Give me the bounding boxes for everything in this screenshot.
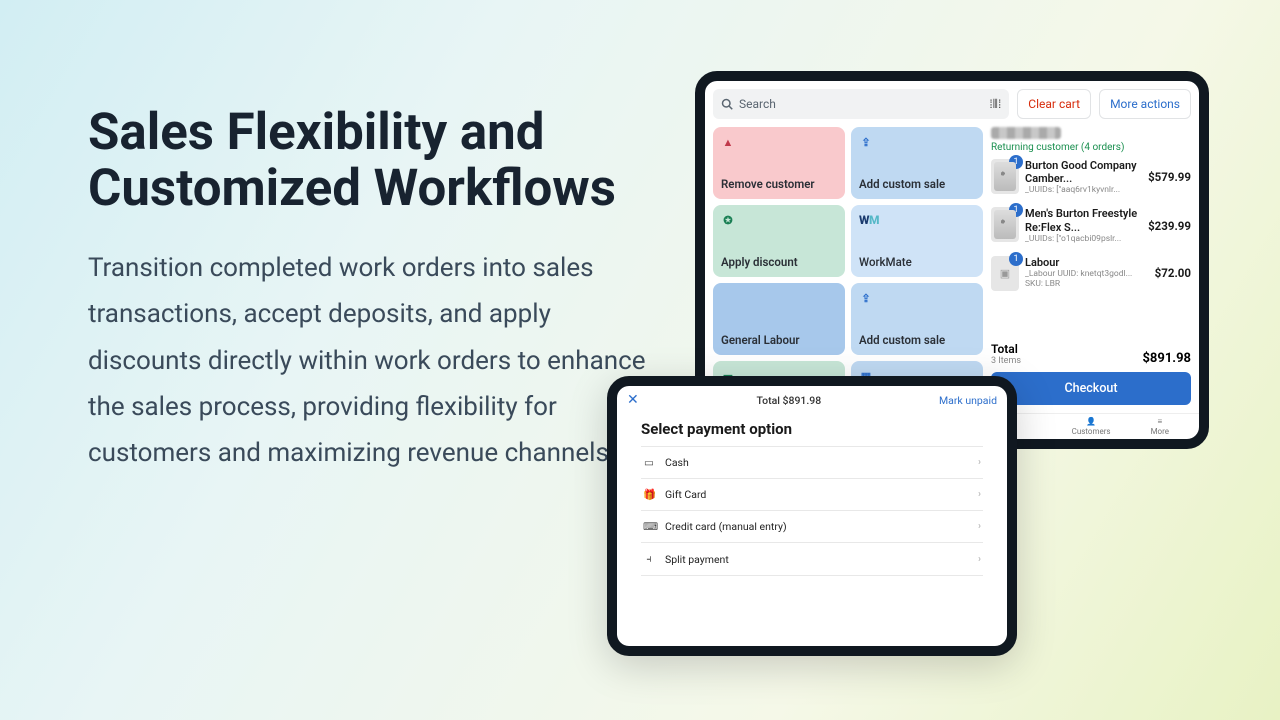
chevron-right-icon: ›	[978, 457, 981, 468]
customer-status: Returning customer (4 orders)	[991, 142, 1191, 153]
cart-total: Total 3 Items $891.98	[991, 338, 1191, 372]
marketing-headline: Sales Flexibility and Customized Workflo…	[88, 105, 648, 217]
line-price: $239.99	[1148, 219, 1191, 233]
upload-icon: ⇪	[859, 135, 873, 149]
payment-total: Total $891.98	[756, 394, 821, 407]
line-sku: SKU: LBR	[1025, 279, 1149, 289]
marketing-body: Transition completed work orders into sa…	[88, 245, 648, 476]
customers-icon: 👤	[1086, 417, 1096, 426]
close-icon[interactable]: ✕	[627, 392, 639, 408]
customer-block[interactable]: Returning customer (4 orders)	[991, 127, 1191, 153]
total-value: $891.98	[1142, 351, 1191, 366]
cart-line[interactable]: 1 Burton Good Company Camber... _UUIDs: …	[991, 153, 1191, 201]
line-price: $579.99	[1148, 170, 1191, 184]
tab-label: More	[1151, 427, 1169, 436]
tile-label: General Labour	[721, 333, 837, 347]
workmate-logo-icon: WM	[859, 213, 975, 227]
chevron-right-icon: ›	[978, 554, 981, 565]
barcode-icon[interactable]: ⁞⦀⁞	[989, 97, 1001, 112]
chevron-right-icon: ›	[978, 489, 981, 500]
card-icon: ⌨	[643, 520, 655, 533]
line-price: $72.00	[1155, 266, 1191, 280]
qty-badge: 1	[1009, 155, 1023, 169]
line-sub: _UUIDs: ["o1qacbi09pslr...	[1025, 234, 1142, 244]
tab-label: Customers	[1072, 427, 1111, 436]
person-remove-icon: ▲	[721, 135, 735, 149]
tile-apply-discount[interactable]: ✪ Apply discount	[713, 205, 845, 277]
more-icon: ≡	[1157, 417, 1162, 426]
chevron-right-icon: ›	[978, 521, 981, 532]
customer-name-redacted	[991, 127, 1061, 139]
blank-icon	[721, 291, 735, 305]
tile-remove-customer[interactable]: ▲ Remove customer	[713, 127, 845, 199]
option-label: Credit card (manual entry)	[665, 520, 787, 533]
search-icon	[721, 98, 733, 110]
cash-icon: ▭	[643, 456, 655, 469]
tile-add-custom-sale[interactable]: ⇪ Add custom sale	[851, 127, 983, 199]
option-label: Split payment	[665, 553, 729, 566]
action-tiles: ▲ Remove customer ⇪ Add custom sale ✪ Ap…	[713, 127, 983, 405]
cart-panel: Returning customer (4 orders) 1 Burton G…	[991, 127, 1191, 405]
tile-add-custom-sale-2[interactable]: ⇪ Add custom sale	[851, 283, 983, 355]
line-name: Burton Good Company Camber...	[1025, 159, 1142, 185]
payment-options: ▭ Cash › 🎁 Gift Card › ⌨ Credit card (ma…	[617, 446, 1007, 576]
tile-label: WorkMate	[859, 255, 975, 269]
payment-tablet: ✕ Total $891.98 Mark unpaid Select payme…	[607, 376, 1017, 656]
split-icon: ⫞	[643, 552, 655, 566]
payment-option-split[interactable]: ⫞ Split payment ›	[641, 542, 983, 576]
tile-label: Apply discount	[721, 255, 837, 269]
tile-label: Add custom sale	[859, 177, 975, 191]
mark-unpaid-link[interactable]: Mark unpaid	[939, 394, 997, 407]
tile-label: Remove customer	[721, 177, 837, 191]
search-placeholder: Search	[739, 97, 776, 111]
payment-title: Select payment option	[617, 414, 1007, 446]
line-sub: _Labour UUID: knetqt3godl...	[1025, 269, 1149, 279]
pos-top-bar: Search ⁞⦀⁞ Clear cart More actions	[705, 81, 1199, 119]
cart-line[interactable]: ▣1 Labour _Labour UUID: knetqt3godl... S…	[991, 250, 1191, 297]
discount-icon: ✪	[721, 213, 735, 227]
line-sub: _UUIDs: ["aaq6rv1kyvnlr...	[1025, 185, 1142, 195]
search-input[interactable]: Search ⁞⦀⁞	[713, 89, 1009, 119]
product-thumb: 1	[991, 159, 1019, 194]
upload-icon: ⇪	[859, 291, 873, 305]
payment-option-credit-card[interactable]: ⌨ Credit card (manual entry) ›	[641, 510, 983, 542]
more-actions-button[interactable]: More actions	[1099, 89, 1191, 119]
tile-label: Add custom sale	[859, 333, 975, 347]
tile-workmate[interactable]: WM WorkMate	[851, 205, 983, 277]
product-thumb: ▣1	[991, 256, 1019, 291]
product-thumb: 1	[991, 207, 1019, 242]
cart-line[interactable]: 1 Men's Burton Freestyle Re:Flex S... _U…	[991, 201, 1191, 249]
clear-cart-button[interactable]: Clear cart	[1017, 89, 1091, 119]
qty-badge: 1	[1009, 203, 1023, 217]
tab-more[interactable]: ≡ More	[1151, 417, 1169, 436]
payment-option-cash[interactable]: ▭ Cash ›	[641, 446, 983, 478]
gift-icon: 🎁	[643, 488, 655, 501]
tile-general-labour[interactable]: General Labour	[713, 283, 845, 355]
tab-customers[interactable]: 👤 Customers	[1072, 417, 1111, 436]
qty-badge: 1	[1009, 252, 1023, 266]
checkout-button[interactable]: Checkout	[991, 372, 1191, 405]
option-label: Cash	[665, 456, 689, 469]
payment-header: ✕ Total $891.98 Mark unpaid	[617, 386, 1007, 414]
total-label: Total	[991, 342, 1021, 356]
total-items: 3 Items	[991, 356, 1021, 366]
payment-option-gift-card[interactable]: 🎁 Gift Card ›	[641, 478, 983, 510]
line-name: Labour	[1025, 256, 1149, 269]
line-name: Men's Burton Freestyle Re:Flex S...	[1025, 207, 1142, 233]
option-label: Gift Card	[665, 488, 706, 501]
marketing-block: Sales Flexibility and Customized Workflo…	[88, 105, 648, 477]
